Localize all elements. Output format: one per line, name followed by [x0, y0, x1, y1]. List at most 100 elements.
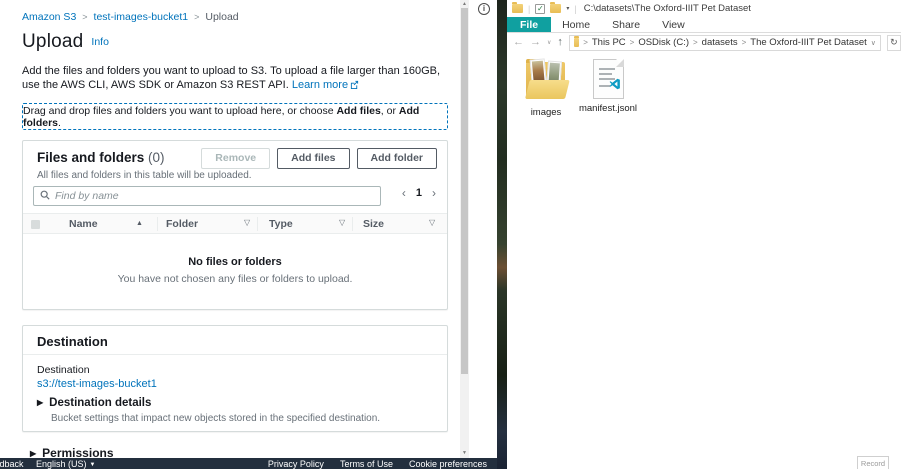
address-dropdown-icon[interactable]: ∨ [871, 39, 876, 47]
expand-arrow-icon: ▶ [37, 398, 43, 407]
pagination: ‹ 1 › [402, 187, 436, 199]
language-selector[interactable]: English (US)▼ [36, 459, 95, 469]
table-header: Name ▲ Folder ▽ Type ▽ Size ▽ [23, 213, 447, 234]
drag-drop-zone[interactable]: Drag and drop files and folders you want… [22, 103, 448, 130]
files-panel-title: Files and folders (0) [37, 150, 165, 165]
folder-item-label: images [531, 107, 562, 118]
empty-state-title: No files or folders [23, 256, 447, 268]
expand-arrow-icon: ▶ [30, 449, 36, 458]
folder-item-images[interactable]: images [517, 56, 575, 118]
desktop-wallpaper-strip [497, 0, 507, 469]
description-text: Add the files and folders you want to up… [22, 65, 440, 91]
scroll-down-icon[interactable]: ▼ [460, 450, 469, 456]
back-icon[interactable]: ← [513, 37, 524, 48]
destination-details-subtitle: Bucket settings that impact new objects … [51, 413, 380, 424]
type-filter-icon[interactable]: ▽ [339, 218, 345, 227]
breadcrumb-separator-icon: > [194, 12, 199, 22]
files-count: (0) [148, 150, 165, 165]
column-size[interactable]: Size [363, 218, 384, 230]
up-icon[interactable]: ↑ [557, 37, 563, 48]
destination-details-expander[interactable]: ▶Destination details [37, 397, 151, 409]
breadcrumb-separator-icon: > [82, 12, 87, 22]
address-crumb-current[interactable]: The Oxford-IIIT Pet Dataset [750, 37, 867, 48]
crumb-separator-icon: > [693, 38, 698, 47]
refresh-icon[interactable]: ↻ [887, 35, 901, 51]
page-number[interactable]: 1 [416, 187, 422, 199]
forward-icon[interactable]: → [530, 37, 541, 48]
crumb-separator-icon: > [742, 38, 747, 47]
crumb-separator-icon: > [630, 38, 635, 47]
destination-bucket-link[interactable]: s3://test-images-bucket1 [37, 378, 157, 390]
browser-scrollbar[interactable]: ▲ ▼ [460, 0, 469, 458]
recent-locations-icon[interactable]: ∨ [547, 39, 551, 46]
address-crumb-datasets[interactable]: datasets [702, 37, 738, 48]
window-folder-icon [512, 4, 523, 13]
jsonl-file-icon [593, 59, 624, 99]
files-and-folders-panel: Files and folders (0) Remove Add files A… [22, 140, 448, 310]
aws-footer: Feedback English (US)▼ Privacy Policy Te… [0, 458, 497, 469]
destination-panel-title: Destination [37, 334, 108, 349]
customize-toolbar-icon[interactable]: ▾ [566, 5, 569, 12]
search-input[interactable] [55, 190, 374, 202]
breadcrumb-amazon-s3[interactable]: Amazon S3 [22, 11, 76, 23]
page-title: Upload [22, 31, 83, 52]
address-crumb-this-pc[interactable]: This PC [592, 37, 626, 48]
column-name[interactable]: Name [69, 218, 98, 230]
breadcrumb: Amazon S3 > test-images-bucket1 > Upload [22, 11, 239, 23]
select-all-checkbox[interactable] [31, 220, 40, 229]
column-type[interactable]: Type [269, 218, 293, 230]
upload-description: Add the files and folders you want to up… [22, 64, 446, 93]
destination-panel: Destination Destination s3://test-images… [22, 325, 448, 432]
empty-state-subtitle: You have not chosen any files or folders… [23, 273, 447, 285]
remove-button[interactable]: Remove [201, 148, 270, 169]
info-circle-icon[interactable]: i [478, 3, 490, 15]
column-folder[interactable]: Folder [166, 218, 198, 230]
tab-file[interactable]: File [507, 17, 551, 32]
record-button[interactable]: Record [857, 456, 889, 469]
terms-of-use-link[interactable]: Terms of Use [340, 459, 393, 469]
address-bar-row: ← → ∨ ↑ > This PC > OSDisk (C:) > datase… [507, 33, 901, 52]
feedback-link[interactable]: Feedback [0, 459, 24, 469]
address-bar[interactable]: > This PC > OSDisk (C:) > datasets > The… [569, 35, 881, 51]
tab-home[interactable]: Home [551, 17, 601, 32]
address-crumb-osdisk[interactable]: OSDisk (C:) [638, 37, 689, 48]
tab-view[interactable]: View [651, 17, 696, 32]
explorer-title-bar[interactable]: | ✓ ▾ | C:\datasets\The Oxford-IIIT Pet … [507, 0, 901, 17]
file-item-label: manifest.jsonl [579, 103, 637, 114]
tab-share[interactable]: Share [601, 17, 651, 32]
privacy-policy-link[interactable]: Privacy Policy [268, 459, 324, 469]
file-item-manifest[interactable]: manifest.jsonl [579, 56, 637, 114]
caret-down-icon: ▼ [90, 462, 96, 468]
address-folder-icon [574, 38, 579, 47]
crumb-separator-icon: > [583, 38, 588, 47]
aws-s3-upload-page: Amazon S3 > test-images-bucket1 > Upload Upl… [0, 0, 460, 469]
breadcrumb-current: Upload [205, 11, 238, 23]
window-title: C:\datasets\The Oxford-IIIT Pet Dataset [584, 3, 751, 14]
search-box [33, 186, 381, 206]
screen: Amazon S3 > test-images-bucket1 > Upload Upl… [0, 0, 901, 469]
folder-filter-icon[interactable]: ▽ [244, 218, 250, 227]
scroll-up-icon[interactable]: ▲ [460, 1, 469, 7]
separator: | [574, 4, 576, 14]
files-panel-subtitle: All files and folders in this table will… [37, 170, 252, 181]
pictures-folder-icon [523, 56, 569, 103]
learn-more-link[interactable]: Learn more [292, 79, 348, 91]
next-page-icon[interactable]: › [432, 187, 436, 199]
quick-access-new-folder-icon[interactable] [550, 4, 561, 13]
info-link[interactable]: Info [91, 36, 109, 48]
add-files-button[interactable]: Add files [277, 148, 349, 169]
dropzone-text: Drag and drop files and folders you want… [23, 105, 447, 129]
size-filter-icon[interactable]: ▽ [429, 218, 435, 227]
external-link-icon [350, 79, 359, 93]
quick-access-properties-icon[interactable]: ✓ [535, 4, 545, 14]
explorer-content-area[interactable]: images manifest.jsonl [507, 52, 901, 469]
sort-ascending-icon[interactable]: ▲ [136, 220, 143, 227]
breadcrumb-bucket[interactable]: test-images-bucket1 [94, 11, 189, 23]
ribbon-tabs: File Home Share View [507, 17, 901, 33]
previous-page-icon[interactable]: ‹ [402, 187, 406, 199]
file-explorer-window: | ✓ ▾ | C:\datasets\The Oxford-IIIT Pet … [507, 0, 901, 469]
cookie-preferences-link[interactable]: Cookie preferences [409, 459, 487, 469]
scrollbar-thumb[interactable] [461, 8, 468, 374]
search-icon [40, 187, 50, 205]
add-folder-button[interactable]: Add folder [357, 148, 438, 169]
